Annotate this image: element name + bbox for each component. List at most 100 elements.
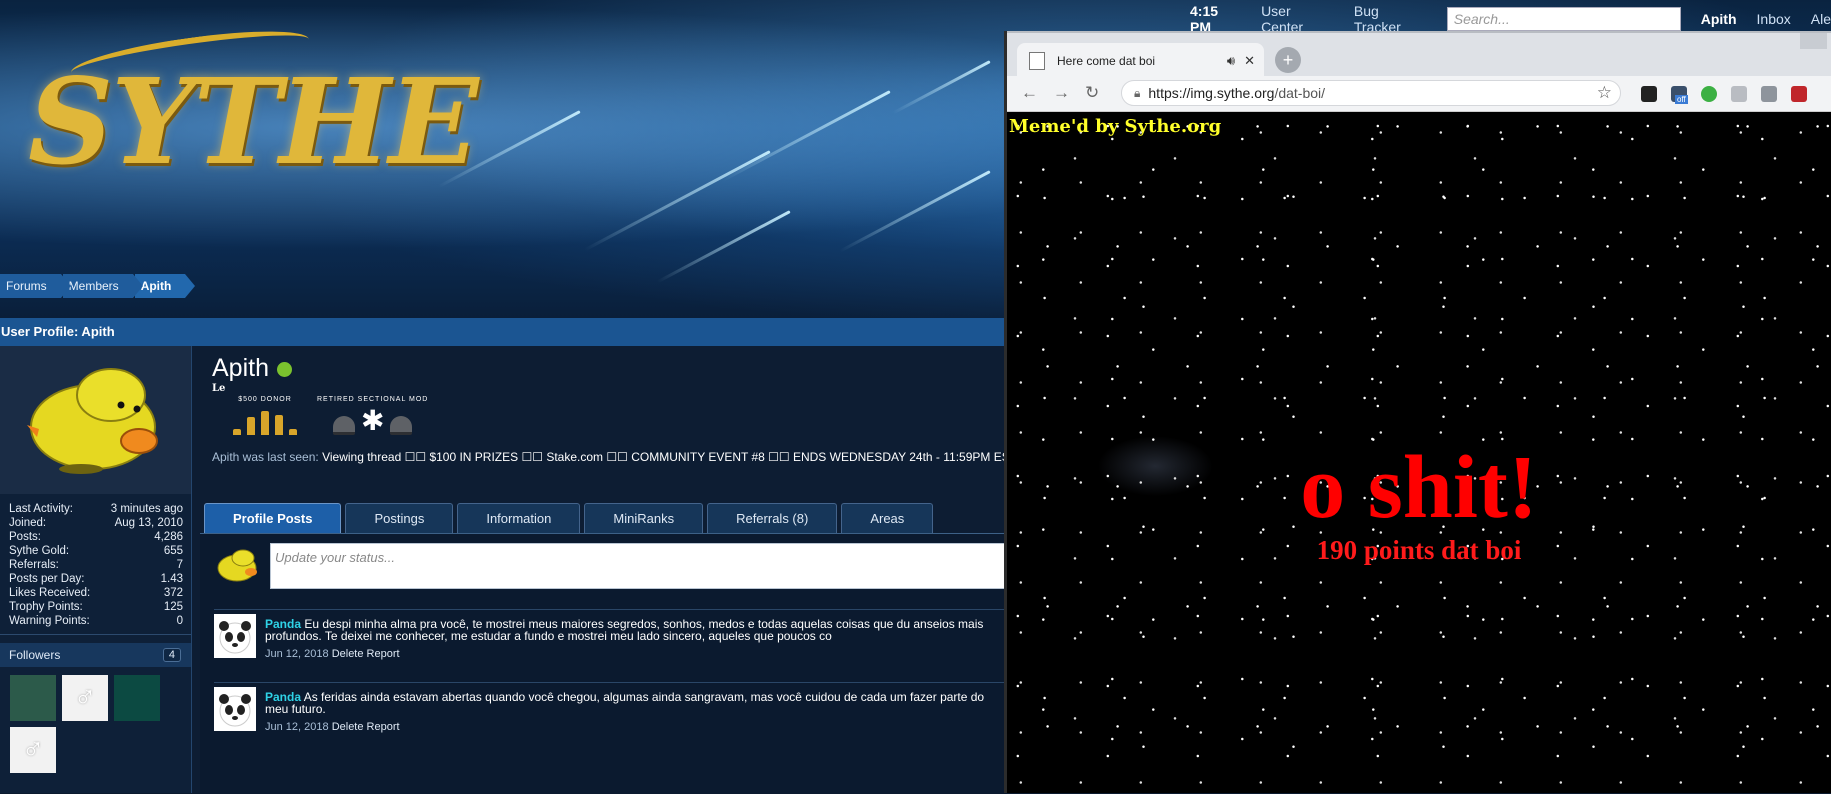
stat-row: Joined: Aug 13, 2010 — [9, 517, 183, 529]
avatar[interactable] — [0, 346, 191, 494]
followers-header: Followers 4 — [0, 643, 191, 667]
last-seen-thread-link[interactable]: ☐☐ $100 IN PRIZES ☐☐ Stake.com ☐☐ COMMUN… — [405, 450, 1004, 464]
alerts-link[interactable]: Ale — [1811, 11, 1831, 27]
status-input[interactable]: Update your status... — [270, 543, 1070, 589]
meteor-streak — [839, 170, 991, 253]
profile-sidebar: Last Activity: 3 minutes ago Joined: Aug 1… — [0, 346, 192, 793]
back-arrow-icon[interactable]: ← — [1021, 83, 1038, 103]
helmet-icon — [390, 416, 413, 435]
panda-avatar[interactable] — [214, 614, 256, 658]
reload-icon[interactable]: ↻ — [1085, 83, 1099, 103]
tab-referrals[interactable]: Referrals (8) — [707, 503, 838, 533]
breadcrumb-forums[interactable]: Forums — [0, 274, 71, 298]
panda-icon — [219, 694, 251, 727]
badge-label: RETIRED SECTIONAL MOD — [317, 396, 429, 403]
speaker-icon[interactable]: 🔊︎ — [1227, 53, 1235, 69]
retired-sectional-mod-badge: RETIRED SECTIONAL MOD ✱ — [317, 396, 428, 435]
profile-name: Apith — [212, 354, 292, 383]
page-icon — [1029, 51, 1045, 70]
meme-page: Meme'd by Sythe.org o shit! 190 points d… — [1007, 112, 1831, 793]
stat-row: Likes Received: 372 — [9, 587, 183, 599]
post-date[interactable]: Jun 12, 2018 — [265, 648, 329, 660]
forward-arrow-icon[interactable]: → — [1053, 83, 1070, 103]
stat-row: Trophy Points: 125 — [9, 601, 183, 613]
tab-miniranks[interactable]: MiniRanks — [584, 503, 704, 533]
helmet-icon — [332, 416, 355, 435]
new-tab-plus-icon[interactable]: + — [1275, 47, 1301, 73]
donor-badge: $500 DONOR — [233, 396, 297, 435]
meme-headline: o shit! — [1300, 438, 1538, 537]
stat-row: Referrals: 7 — [9, 559, 183, 571]
badge-label: $500 DONOR — [238, 396, 292, 403]
follower-avatar[interactable] — [10, 675, 56, 721]
post-meta: Jun 12, 2018 Delete Report — [265, 648, 1004, 660]
browser-tab[interactable]: Here come dat boi 🔊︎ ✕ — [1017, 43, 1264, 78]
panda-icon — [219, 621, 251, 654]
followers-count-badge: 4 — [162, 648, 181, 662]
sythe-logo[interactable]: SYTHE — [28, 52, 479, 191]
profile-tabs: Profile Posts Postings Information MiniR… — [204, 503, 934, 533]
post-actions[interactable]: Delete Report — [332, 721, 400, 733]
tab-postings[interactable]: Postings — [345, 503, 454, 533]
close-icon[interactable]: ✕ — [1244, 53, 1255, 69]
section-title: User Profile: Apith — [0, 318, 1005, 346]
profile-custom-title: Le — [212, 383, 226, 394]
followers-grid: ♂ ♂ — [0, 667, 191, 781]
extension-off-icon[interactable]: off — [1671, 86, 1688, 104]
follower-avatar-default-male-icon[interactable]: ♂ — [10, 727, 56, 773]
breadcrumb: Forums Members Apith — [0, 274, 195, 298]
follower-avatar[interactable] — [114, 675, 160, 721]
tab-information[interactable]: Information — [457, 503, 581, 533]
browser-window: Here come dat boi 🔊︎ ✕ + ← → ↻ 🔒︎ https:… — [1004, 31, 1831, 793]
meteor-streak — [721, 90, 891, 183]
url-host: https://img.sythe.org — [1148, 85, 1275, 101]
post-text: Panda Eu despi minha alma pra você, te m… — [265, 617, 984, 643]
lock-icon[interactable]: 🔒︎ — [1134, 86, 1140, 101]
post-date[interactable]: Jun 12, 2018 — [265, 721, 329, 733]
stat-row: Posts: 4,286 — [9, 531, 183, 543]
profile-content: Apith Le $500 DONOR RETIRED SECTIONAL MO… — [195, 346, 1070, 794]
online-status-icon — [276, 361, 292, 377]
last-seen: Apith was last seen: Viewing thread ☐☐ $… — [212, 450, 1004, 464]
url-path: /dat-boi/ — [1274, 85, 1326, 101]
panda-avatar[interactable] — [214, 687, 256, 731]
yellow-bird-avatar-icon — [26, 368, 158, 474]
post-actions[interactable]: Delete Report — [332, 648, 400, 660]
search-input[interactable]: Search... — [1446, 7, 1681, 31]
address-bar[interactable]: 🔒︎ https://img.sythe.org/dat-boi/ ☆ — [1121, 80, 1621, 106]
profile-post: Panda As feridas ainda estavam abertas q… — [214, 682, 1004, 733]
stat-row: Last Activity: 3 minutes ago — [9, 503, 183, 515]
tab-profile-posts[interactable]: Profile Posts — [204, 503, 342, 533]
yellow-bird-avatar-icon — [217, 549, 257, 582]
follower-avatar-default-male-icon[interactable]: ♂ — [62, 675, 108, 721]
extension-icon[interactable] — [1761, 86, 1777, 102]
stat-row: Posts per Day: 1.43 — [9, 573, 183, 585]
breadcrumb-members[interactable]: Members — [62, 274, 143, 298]
username-link[interactable]: Apith — [1701, 11, 1737, 27]
browser-toolbar: ← → ↻ 🔒︎ https://img.sythe.org/dat-boi/ … — [1007, 76, 1831, 112]
tab-areas[interactable]: Areas — [841, 503, 934, 533]
profile-stats: Last Activity: 3 minutes ago Joined: Aug 1… — [0, 494, 191, 635]
status-update-row: Update your status... — [216, 543, 1070, 589]
inbox-link[interactable]: Inbox — [1757, 11, 1791, 27]
meme-subline: 190 points dat boi — [1316, 535, 1522, 565]
post-meta: Jun 12, 2018 Delete Report — [265, 721, 1004, 733]
window-minimize-button[interactable] — [1800, 33, 1827, 49]
followers-label[interactable]: Followers — [9, 648, 60, 662]
meteor-streak — [892, 60, 991, 115]
profile-posts-panel: Update your status... Panda Eu despi min… — [200, 533, 1070, 794]
extension-icon[interactable] — [1641, 86, 1657, 102]
bookmark-star-icon[interactable]: ☆ — [1597, 83, 1612, 103]
meme-header: Meme'd by Sythe.org — [1009, 116, 1222, 137]
extension-icon[interactable] — [1731, 86, 1747, 102]
extension-icon[interactable] — [1701, 86, 1717, 102]
browser-tab-strip: Here come dat boi 🔊︎ ✕ + — [1007, 31, 1831, 78]
ublock-icon[interactable] — [1791, 86, 1807, 102]
user-badges: $500 DONOR RETIRED SECTIONAL MOD ✱ — [233, 396, 428, 435]
meteor-streak — [656, 210, 791, 284]
gold-bars-icon — [233, 407, 297, 435]
asterisk-icon: ✱ — [360, 405, 385, 436]
stat-row: Warning Points: 0 — [9, 615, 183, 627]
my-avatar[interactable] — [216, 543, 260, 587]
post-text: Panda As feridas ainda estavam abertas q… — [265, 690, 985, 716]
